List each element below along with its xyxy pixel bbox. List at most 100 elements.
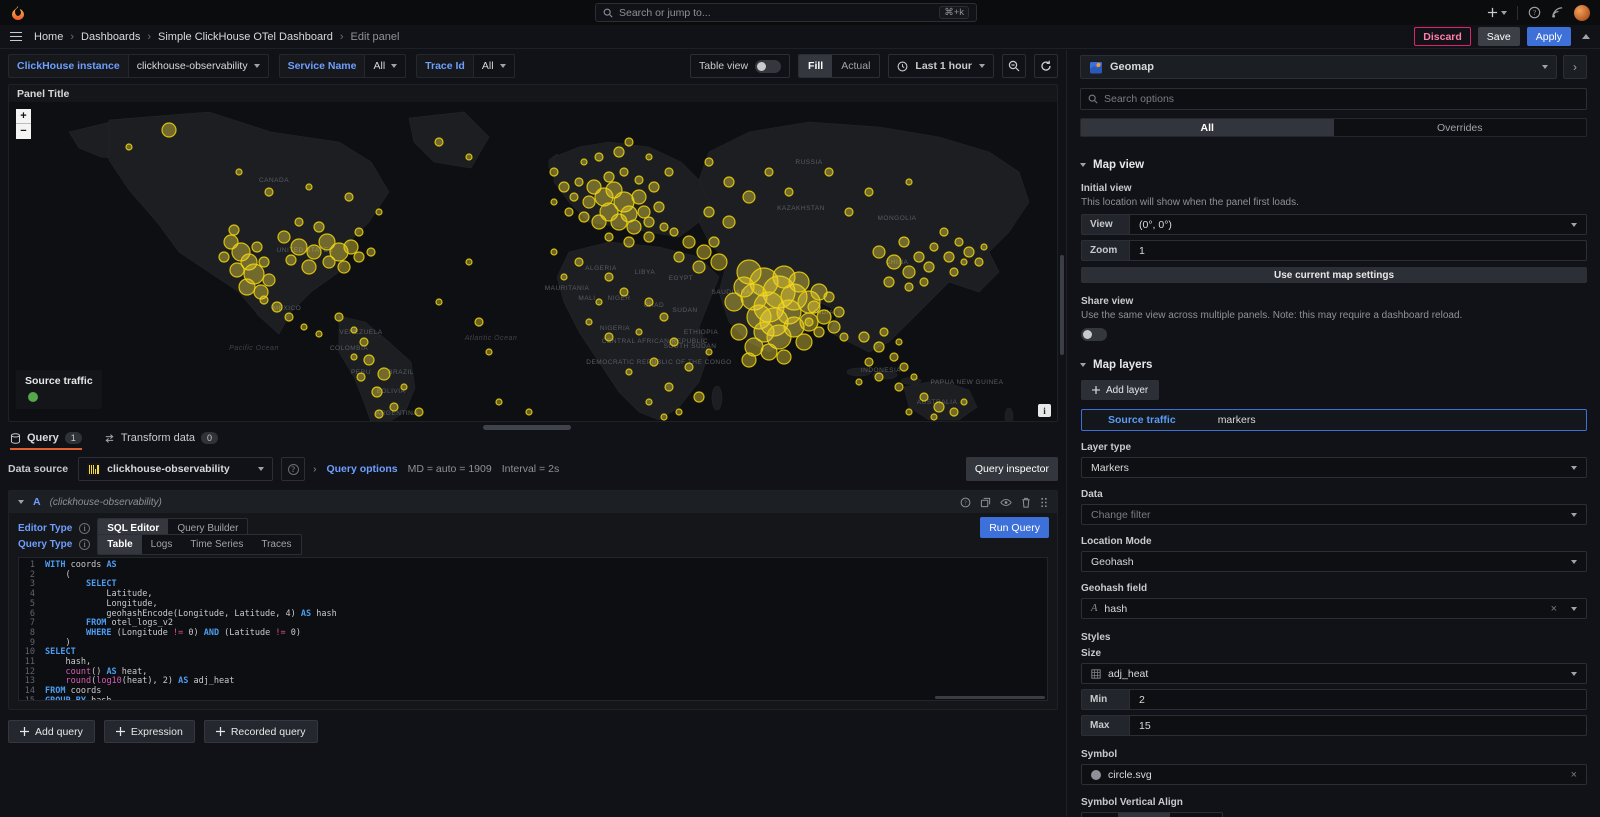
map-marker[interactable] bbox=[706, 349, 712, 355]
map-marker[interactable] bbox=[683, 236, 695, 248]
map-marker[interactable] bbox=[636, 329, 642, 335]
map-marker[interactable] bbox=[865, 188, 873, 196]
map-marker[interactable] bbox=[614, 147, 624, 157]
variable-trace-id-value[interactable]: All bbox=[473, 54, 515, 78]
map-marker[interactable] bbox=[436, 299, 442, 305]
map-marker[interactable] bbox=[874, 342, 884, 352]
size-field-select[interactable]: adj_heat bbox=[1081, 663, 1587, 684]
map-marker[interactable] bbox=[338, 261, 350, 273]
map-marker[interactable] bbox=[596, 299, 602, 305]
map-marker[interactable] bbox=[645, 298, 653, 306]
map-marker[interactable] bbox=[351, 327, 357, 333]
variable-service-name-value[interactable]: All bbox=[364, 54, 406, 78]
panel-resize-handle[interactable] bbox=[483, 425, 571, 430]
map-marker[interactable] bbox=[890, 353, 898, 361]
map-marker[interactable] bbox=[796, 334, 812, 350]
breadcrumb-home[interactable]: Home bbox=[34, 31, 63, 43]
map-marker[interactable] bbox=[219, 252, 229, 262]
map-marker[interactable] bbox=[570, 193, 578, 201]
map-marker[interactable] bbox=[475, 318, 483, 326]
map-marker[interactable] bbox=[859, 332, 869, 342]
location-mode-select[interactable]: Geohash bbox=[1081, 551, 1587, 572]
query-type-timeseries[interactable]: Time Series bbox=[181, 535, 252, 554]
map-marker[interactable] bbox=[697, 245, 711, 259]
map-marker[interactable] bbox=[306, 184, 312, 190]
editor-type-info-icon[interactable]: i bbox=[79, 523, 90, 534]
map-marker[interactable] bbox=[676, 409, 682, 415]
tab-all[interactable]: All bbox=[1081, 119, 1334, 136]
map-marker[interactable] bbox=[903, 266, 915, 278]
map-marker[interactable] bbox=[252, 242, 262, 252]
variable-clickhouse-instance-value[interactable]: clickhouse-observability bbox=[128, 54, 269, 78]
collapse-sidebar-button[interactable]: › bbox=[1563, 55, 1587, 79]
map-marker[interactable] bbox=[575, 258, 583, 266]
map-marker[interactable] bbox=[825, 168, 833, 176]
map-marker[interactable] bbox=[291, 239, 307, 255]
map-marker[interactable] bbox=[357, 373, 365, 381]
time-range-picker[interactable]: Last 1 hour bbox=[888, 54, 994, 78]
map-marker[interactable] bbox=[834, 307, 844, 317]
drag-handle-icon[interactable] bbox=[1040, 497, 1048, 508]
map-marker[interactable] bbox=[372, 387, 382, 397]
map-marker[interactable] bbox=[635, 176, 643, 184]
map-marker[interactable] bbox=[906, 409, 912, 415]
map-marker[interactable] bbox=[360, 338, 368, 346]
code-horizontal-scrollbar[interactable] bbox=[935, 696, 1045, 699]
map-marker[interactable] bbox=[551, 249, 557, 255]
map-marker[interactable] bbox=[955, 238, 963, 246]
options-search-input[interactable]: Search options bbox=[1080, 88, 1587, 110]
refresh-button[interactable] bbox=[1034, 54, 1058, 78]
table-view-toggle[interactable]: Table view bbox=[690, 54, 790, 78]
map-marker[interactable] bbox=[620, 288, 628, 296]
map-marker[interactable] bbox=[777, 350, 791, 364]
map-marker[interactable] bbox=[944, 252, 954, 262]
datasource-picker[interactable]: clickhouse-observability bbox=[78, 457, 273, 481]
map-marker[interactable] bbox=[646, 154, 652, 160]
apply-button[interactable]: Apply bbox=[1527, 27, 1571, 46]
menu-toggle-icon[interactable] bbox=[10, 32, 22, 42]
map-marker[interactable] bbox=[595, 153, 603, 161]
map-marker[interactable] bbox=[605, 233, 613, 241]
map-marker[interactable] bbox=[620, 168, 628, 176]
map-marker[interactable] bbox=[316, 331, 322, 337]
map-marker[interactable] bbox=[592, 215, 606, 229]
map-marker[interactable] bbox=[496, 399, 502, 405]
geomap-canvas[interactable]: RUSSIACANADAUNITED STATESMEXICOVENEZUELA… bbox=[9, 102, 1057, 422]
map-marker[interactable] bbox=[724, 177, 734, 187]
map-marker[interactable] bbox=[693, 261, 705, 273]
map-marker[interactable] bbox=[375, 410, 383, 418]
map-marker[interactable] bbox=[914, 252, 924, 262]
map-marker[interactable] bbox=[260, 296, 268, 304]
map-marker[interactable] bbox=[742, 353, 756, 367]
layer-item-source-traffic[interactable]: Source traffic markers bbox=[1081, 409, 1587, 431]
table-view-switch[interactable] bbox=[755, 60, 781, 73]
map-marker[interactable] bbox=[565, 208, 573, 216]
global-search-input[interactable]: Search or jump to... ⌘+k bbox=[595, 3, 977, 22]
map-marker[interactable] bbox=[940, 228, 948, 236]
map-marker[interactable] bbox=[887, 255, 901, 269]
use-current-map-settings-button[interactable]: Use current map settings bbox=[1081, 267, 1587, 283]
grafana-logo-icon[interactable] bbox=[10, 5, 26, 21]
map-marker[interactable] bbox=[376, 209, 382, 215]
map-marker[interactable] bbox=[626, 369, 632, 375]
main-scrollbar[interactable] bbox=[1060, 255, 1064, 355]
map-marker[interactable] bbox=[581, 159, 587, 165]
map-marker[interactable] bbox=[761, 344, 777, 360]
map-marker[interactable] bbox=[646, 399, 652, 405]
map-marker[interactable] bbox=[930, 243, 938, 251]
delete-query-icon[interactable] bbox=[1021, 497, 1031, 508]
map-marker[interactable] bbox=[920, 393, 928, 401]
map-zoom-in-button[interactable]: + bbox=[16, 109, 31, 124]
map-marker[interactable] bbox=[354, 252, 364, 262]
map-marker[interactable] bbox=[649, 182, 659, 192]
map-marker[interactable] bbox=[765, 168, 773, 176]
query-inspector-button[interactable]: Query inspector bbox=[966, 457, 1058, 481]
map-marker[interactable] bbox=[604, 172, 614, 182]
map-attribution-button[interactable]: i bbox=[1038, 404, 1051, 417]
map-marker[interactable] bbox=[731, 324, 747, 340]
add-recorded-query-button[interactable]: Recorded query bbox=[204, 720, 318, 743]
map-marker[interactable] bbox=[401, 384, 407, 390]
map-marker[interactable] bbox=[466, 259, 472, 265]
help-icon[interactable]: ? bbox=[1528, 6, 1541, 19]
map-marker[interactable] bbox=[239, 279, 255, 295]
